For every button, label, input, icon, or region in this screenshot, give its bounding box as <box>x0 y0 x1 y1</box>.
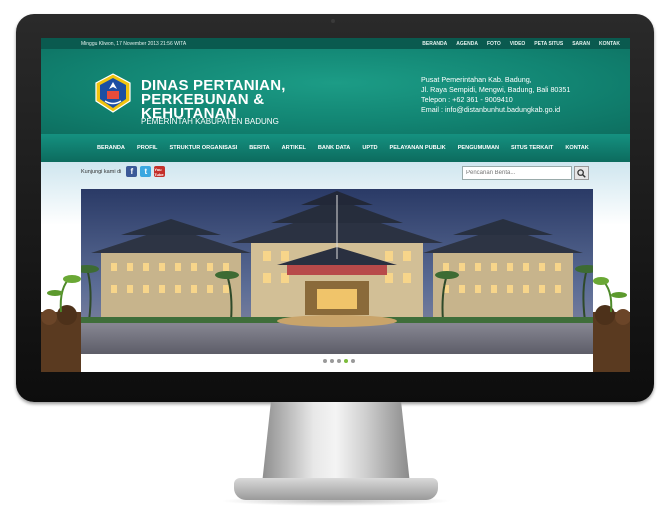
nav-profil[interactable]: PROFIL <box>131 145 164 151</box>
top-bar: Minggu Kliwon, 17 November 2013 21:56 WI… <box>41 38 630 49</box>
nav-kontak[interactable]: KONTAK <box>559 145 595 151</box>
contact-street: Jl. Raya Sempidi, Mengwi, Badung, Bali 8… <box>421 85 571 94</box>
main-nav: BERANDA PROFIL STRUKTUR ORGANISASI BERIT… <box>41 134 630 162</box>
social-label: Kunjungi kami di <box>81 168 122 175</box>
nav-bank-data[interactable]: BANK DATA <box>312 145 356 151</box>
search-input[interactable] <box>462 166 572 180</box>
contact-phone: Telepon : +62 361 - 9009410 <box>421 95 513 104</box>
department-title: DINAS PERTANIAN, PERKEBUNAN & KEHUTANAN <box>141 78 361 121</box>
search-button[interactable] <box>574 166 589 180</box>
contact-address: Pusat Pemerintahan Kab. Badung, <box>421 75 532 84</box>
nav-beranda[interactable]: BERANDA <box>91 145 131 151</box>
nav-pengumuman[interactable]: PENGUMUMAN <box>452 145 505 151</box>
top-link-peta-situs[interactable]: PETA SITUS <box>534 41 563 47</box>
top-link-video[interactable]: VIDEO <box>510 41 526 47</box>
nav-uptd[interactable]: UPTD <box>356 145 383 151</box>
slider-dot[interactable] <box>351 359 355 363</box>
badung-emblem-logo[interactable] <box>93 73 133 113</box>
monitor-stand-base <box>234 478 438 500</box>
date-text: Minggu Kliwon, 17 November 2013 21:56 WI… <box>81 40 187 47</box>
slider-dot[interactable] <box>323 359 327 363</box>
nav-situs-terkait[interactable]: SITUS TERKAIT <box>505 145 559 151</box>
department-subtitle: PEMERINTAH KABUPATEN BADUNG <box>141 117 279 126</box>
government-building-photo <box>81 189 593 354</box>
twitter-icon[interactable]: t <box>140 166 152 177</box>
top-link-saran[interactable]: SARAN <box>572 41 590 47</box>
nav-struktur-organisasi[interactable]: STRUKTUR ORGANISASI <box>163 145 243 151</box>
website-screen: Minggu Kliwon, 17 November 2013 21:56 WI… <box>41 38 630 372</box>
nav-artikel[interactable]: ARTIKEL <box>276 145 312 151</box>
top-links: BERANDA AGENDA FOTO VIDEO PETA SITUS SAR… <box>422 41 620 47</box>
social-row: Kunjungi kami di f t You Tube <box>81 166 166 177</box>
contact-email: Email : info@distanbunhut.badungkab.go.i… <box>421 105 561 114</box>
slider-dot[interactable] <box>337 359 341 363</box>
contact-block: Pusat Pemerintahan Kab. Badung, Jl. Raya… <box>421 75 570 115</box>
content-area: Kunjungi kami di f t You Tube <box>41 162 630 372</box>
site-header: DINAS PERTANIAN, PERKEBUNAN & KEHUTANAN … <box>41 49 630 134</box>
camera-dot <box>331 19 335 23</box>
monitor-stand-neck <box>262 402 410 484</box>
top-link-beranda[interactable]: BERANDA <box>422 41 447 47</box>
top-link-kontak[interactable]: KONTAK <box>599 41 620 47</box>
soil-plant-left <box>41 275 81 372</box>
nav-berita[interactable]: BERITA <box>243 145 275 151</box>
soil-plant-right <box>593 277 630 372</box>
nav-pelayanan-publik[interactable]: PELAYANAN PUBLIK <box>384 145 452 151</box>
top-link-agenda[interactable]: AGENDA <box>456 41 478 47</box>
top-link-foto[interactable]: FOTO <box>487 41 501 47</box>
slider-dot[interactable] <box>330 359 334 363</box>
slider-dot-active[interactable] <box>344 359 348 363</box>
youtube-icon[interactable]: You Tube <box>154 166 166 177</box>
facebook-icon[interactable]: f <box>126 166 138 177</box>
slider-dots <box>323 359 355 363</box>
search-icon <box>577 168 586 178</box>
hero-slider[interactable] <box>81 189 593 354</box>
